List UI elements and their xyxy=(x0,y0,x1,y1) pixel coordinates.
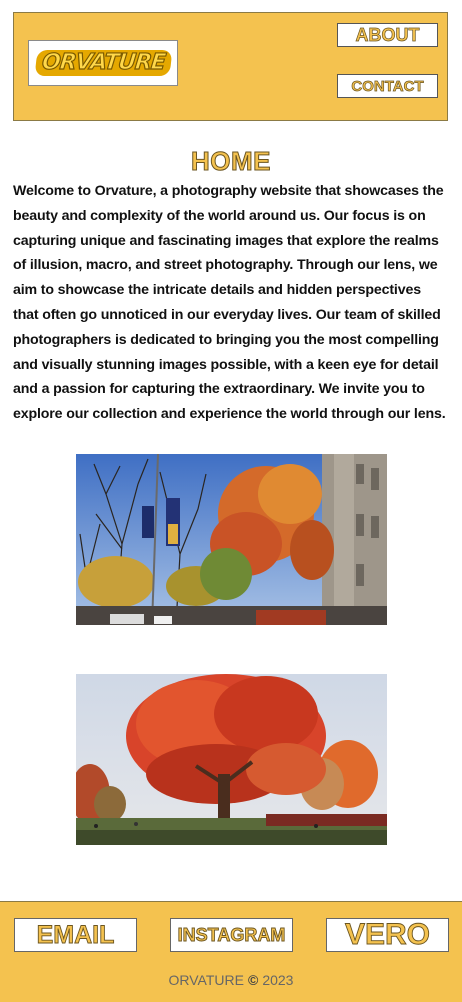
autumn-street-trees-photo xyxy=(76,454,387,625)
intro-paragraph: Welcome to Orvature, a photography websi… xyxy=(13,183,446,423)
copyright-year: 2023 xyxy=(262,972,294,988)
vero-button[interactable]: VERO xyxy=(326,918,449,952)
red-maple-tree-photo xyxy=(76,674,387,845)
site-logo[interactable]: ORVATURE xyxy=(28,40,178,86)
logo-text: ORVATURE xyxy=(34,49,172,76)
copyright-line: ORVATURE © 2023 xyxy=(0,972,462,988)
site-header: ORVATURE ABOUT CONTACT xyxy=(13,12,448,121)
nav-contact-button[interactable]: CONTACT xyxy=(337,74,438,98)
instagram-button[interactable]: INSTAGRAM xyxy=(170,918,293,952)
copyright-icon: © xyxy=(247,972,259,988)
copyright-brand: ORVATURE xyxy=(168,972,244,988)
site-footer: EMAIL INSTAGRAM VERO ORVATURE © 2023 xyxy=(0,901,462,1002)
page-title: HOME xyxy=(191,146,272,177)
nav-about-button[interactable]: ABOUT xyxy=(337,23,438,47)
email-button[interactable]: EMAIL xyxy=(14,918,137,952)
